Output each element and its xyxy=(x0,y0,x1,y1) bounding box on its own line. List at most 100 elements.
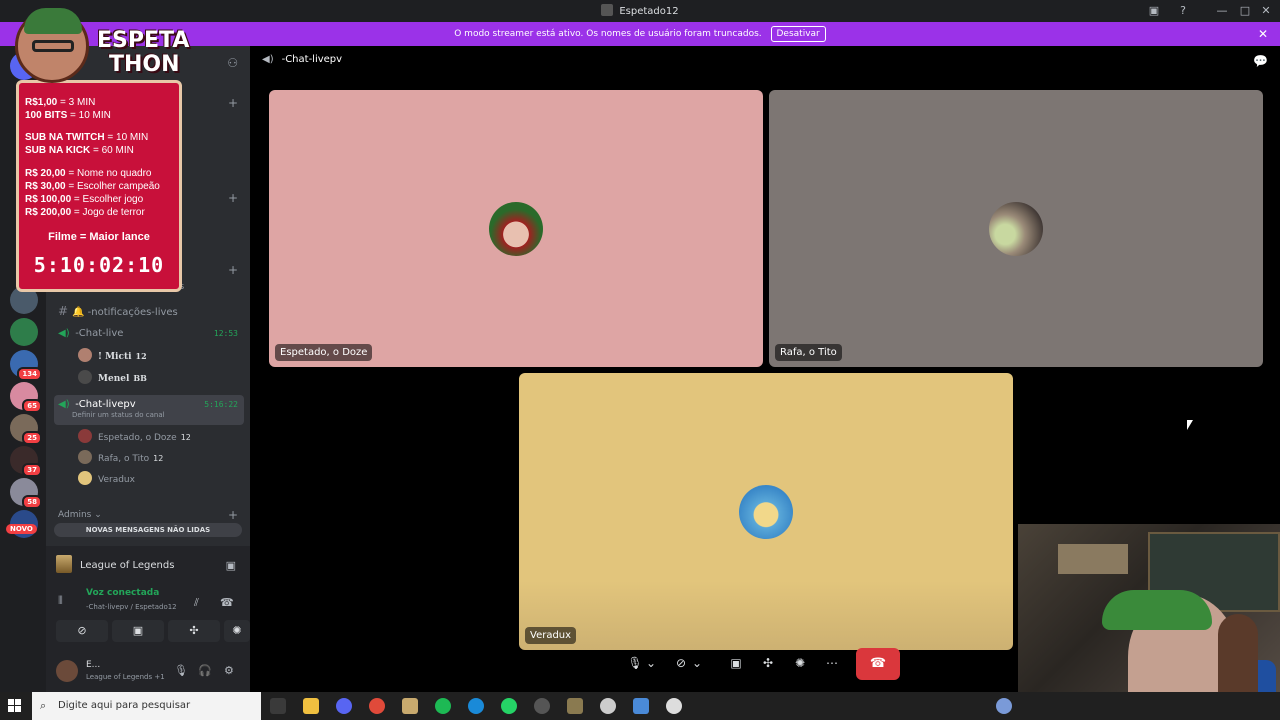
server-icon[interactable]: 134 xyxy=(10,350,42,381)
participant-tile[interactable]: Veradux xyxy=(519,373,1013,650)
bookshelf xyxy=(1058,544,1128,574)
activities-icon[interactable]: ✣ xyxy=(755,650,781,676)
server-icon[interactable]: 37 xyxy=(10,446,42,477)
member-name: ! Micti xyxy=(98,352,132,362)
chrome-icon[interactable] xyxy=(369,698,385,714)
channel-chat-livepv[interactable]: ◀) -Chat-livepv 5:16:22 Definir um statu… xyxy=(54,395,244,425)
unread-badge: 58 xyxy=(22,495,42,509)
close-button[interactable]: ✕ xyxy=(1258,3,1274,19)
signal-icon[interactable]: ⦀ xyxy=(58,594,63,608)
voice-member[interactable]: Veradux xyxy=(78,470,238,490)
file-explorer-icon[interactable] xyxy=(303,698,319,714)
add-channel-icon[interactable]: + xyxy=(228,96,238,110)
hang-up-button[interactable]: ☎ xyxy=(856,648,900,680)
calculator-icon[interactable] xyxy=(633,698,649,714)
windows-taskbar: ⌕ Digite aqui para pesquisar xyxy=(0,692,1280,720)
add-friend-icon[interactable]: ⚇ xyxy=(227,56,238,70)
voice-connected-label[interactable]: Voz conectada xyxy=(86,588,159,598)
stream-game-icon[interactable]: ▣ xyxy=(226,554,236,578)
member-name: Veradux xyxy=(98,475,135,485)
discord-icon[interactable] xyxy=(336,698,352,714)
streamer-mode-banner: O modo streamer está ativo. Os nomes de … xyxy=(0,22,1280,46)
minimize-button[interactable]: — xyxy=(1214,3,1230,19)
channel-notificacoes-lives[interactable]: # 🔔 -notificações-lives xyxy=(58,301,244,321)
overlay-rule: R$ 20,00 = Nome no quadro xyxy=(25,168,152,179)
soundboard-button[interactable]: ✺ xyxy=(224,620,250,642)
activity-game[interactable]: League of Legends ▣ xyxy=(56,554,242,578)
banner-close-icon[interactable]: ✕ xyxy=(1258,22,1268,46)
task-view-icon[interactable] xyxy=(270,698,286,714)
app-icon[interactable] xyxy=(600,698,616,714)
chevron-down-icon[interactable]: ⌄ xyxy=(644,650,658,676)
activities-button[interactable]: ✣ xyxy=(168,620,220,642)
member-name: Menel xyxy=(98,374,130,384)
channel-timer: 5:16:22 xyxy=(204,400,238,409)
server-icon[interactable]: 58 xyxy=(10,478,42,509)
voice-member[interactable]: Espetado, o Doze 12 xyxy=(78,428,238,448)
avatar xyxy=(78,370,92,384)
screen-share-icon[interactable]: ▣ xyxy=(1146,3,1162,19)
maximize-button[interactable]: □ xyxy=(1237,3,1253,19)
whatsapp-icon[interactable] xyxy=(501,698,517,714)
participant-tile[interactable]: Rafa, o Tito xyxy=(769,90,1263,367)
window-titlebar: Espetado12 ▣ ? — □ ✕ xyxy=(0,0,1280,22)
category-admins[interactable]: Admins ⌄ xyxy=(58,510,102,520)
overlay-rule: R$ 100,00 = Escolher jogo xyxy=(25,194,144,205)
overlay-rule: R$ 200,00 = Jogo de terror xyxy=(25,207,145,218)
avatar xyxy=(78,471,92,485)
avatar xyxy=(78,450,92,464)
new-unread-messages-bar[interactable]: NOVAS MENSAGENS NÃO LIDAS xyxy=(54,523,242,537)
chevron-down-icon[interactable]: ⌄ xyxy=(690,650,704,676)
weather-icon[interactable] xyxy=(996,698,1012,714)
windows-start-icon[interactable] xyxy=(8,699,22,713)
soundboard-icon[interactable]: ✺ xyxy=(787,650,813,676)
search-icon: ⌕ xyxy=(40,699,47,712)
edge-icon[interactable] xyxy=(468,698,484,714)
camera-off-button[interactable]: ⊘ xyxy=(56,620,108,642)
league-client-icon[interactable] xyxy=(402,698,418,714)
gear-icon[interactable]: ⚙ xyxy=(224,664,234,677)
server-icon[interactable] xyxy=(10,318,38,346)
more-options-icon[interactable]: ⋯ xyxy=(819,650,845,676)
app-icon[interactable] xyxy=(567,698,583,714)
help-icon[interactable]: ? xyxy=(1175,3,1191,19)
member-tag: 12 xyxy=(135,351,147,361)
server-icon[interactable]: 65 xyxy=(10,382,42,413)
noise-suppression-icon[interactable]: ⫽ xyxy=(194,596,199,610)
add-channel-icon[interactable]: + xyxy=(228,191,238,205)
channel-status-hint[interactable]: Definir um status do canal xyxy=(72,409,165,421)
voice-member[interactable]: Rafa, o Tito 12 xyxy=(78,449,238,469)
avatar xyxy=(56,660,78,682)
overlay-title-line: ESPETA xyxy=(97,28,190,53)
unread-badge: 134 xyxy=(17,367,42,381)
game-name: League of Legends xyxy=(80,560,175,571)
disconnect-icon[interactable]: ☎ xyxy=(220,596,234,609)
disable-streamer-button[interactable]: Desativar xyxy=(770,26,826,42)
share-screen-icon[interactable]: ▣ xyxy=(723,650,749,676)
overlay-rule: SUB NA TWITCH = 10 MIN xyxy=(25,132,149,143)
window-title: Espetado12 xyxy=(0,4,1280,17)
avatar xyxy=(78,348,92,362)
bell-icon: 🔔 xyxy=(72,307,85,318)
add-channel-icon[interactable]: + xyxy=(228,508,238,522)
participant-tile[interactable]: Espetado, o Doze xyxy=(269,90,763,367)
chat-bubble-icon[interactable]: 💬 xyxy=(1253,54,1268,68)
microphone-icon[interactable]: 🎙 xyxy=(174,664,188,677)
share-screen-button[interactable]: ▣ xyxy=(112,620,164,642)
taskbar-search[interactable]: ⌕ Digite aqui para pesquisar xyxy=(32,692,261,720)
headphones-icon[interactable]: 🎧 xyxy=(198,664,212,677)
current-user[interactable]: E... League of Legends +1 🎙 🎧 ⚙ xyxy=(56,656,242,688)
app-icon[interactable] xyxy=(534,698,550,714)
voice-member[interactable]: Menel BB xyxy=(78,368,238,388)
server-icon[interactable]: 25 xyxy=(10,414,42,445)
user-activity: League of Legends +1 xyxy=(86,673,165,681)
add-channel-icon[interactable]: + xyxy=(228,263,238,277)
banner-text: O modo streamer está ativo. Os nomes de … xyxy=(454,29,762,39)
channel-chat-live[interactable]: ◀) -Chat-live 12:53 xyxy=(58,324,244,344)
voice-member[interactable]: ! Micti 12 xyxy=(78,346,238,366)
spotify-icon[interactable] xyxy=(435,698,451,714)
avatar-hat xyxy=(24,8,82,34)
voice-channel-icon: ◀) xyxy=(58,328,70,339)
app-icon[interactable] xyxy=(666,698,682,714)
channel-label: -notificações-lives xyxy=(87,307,178,318)
